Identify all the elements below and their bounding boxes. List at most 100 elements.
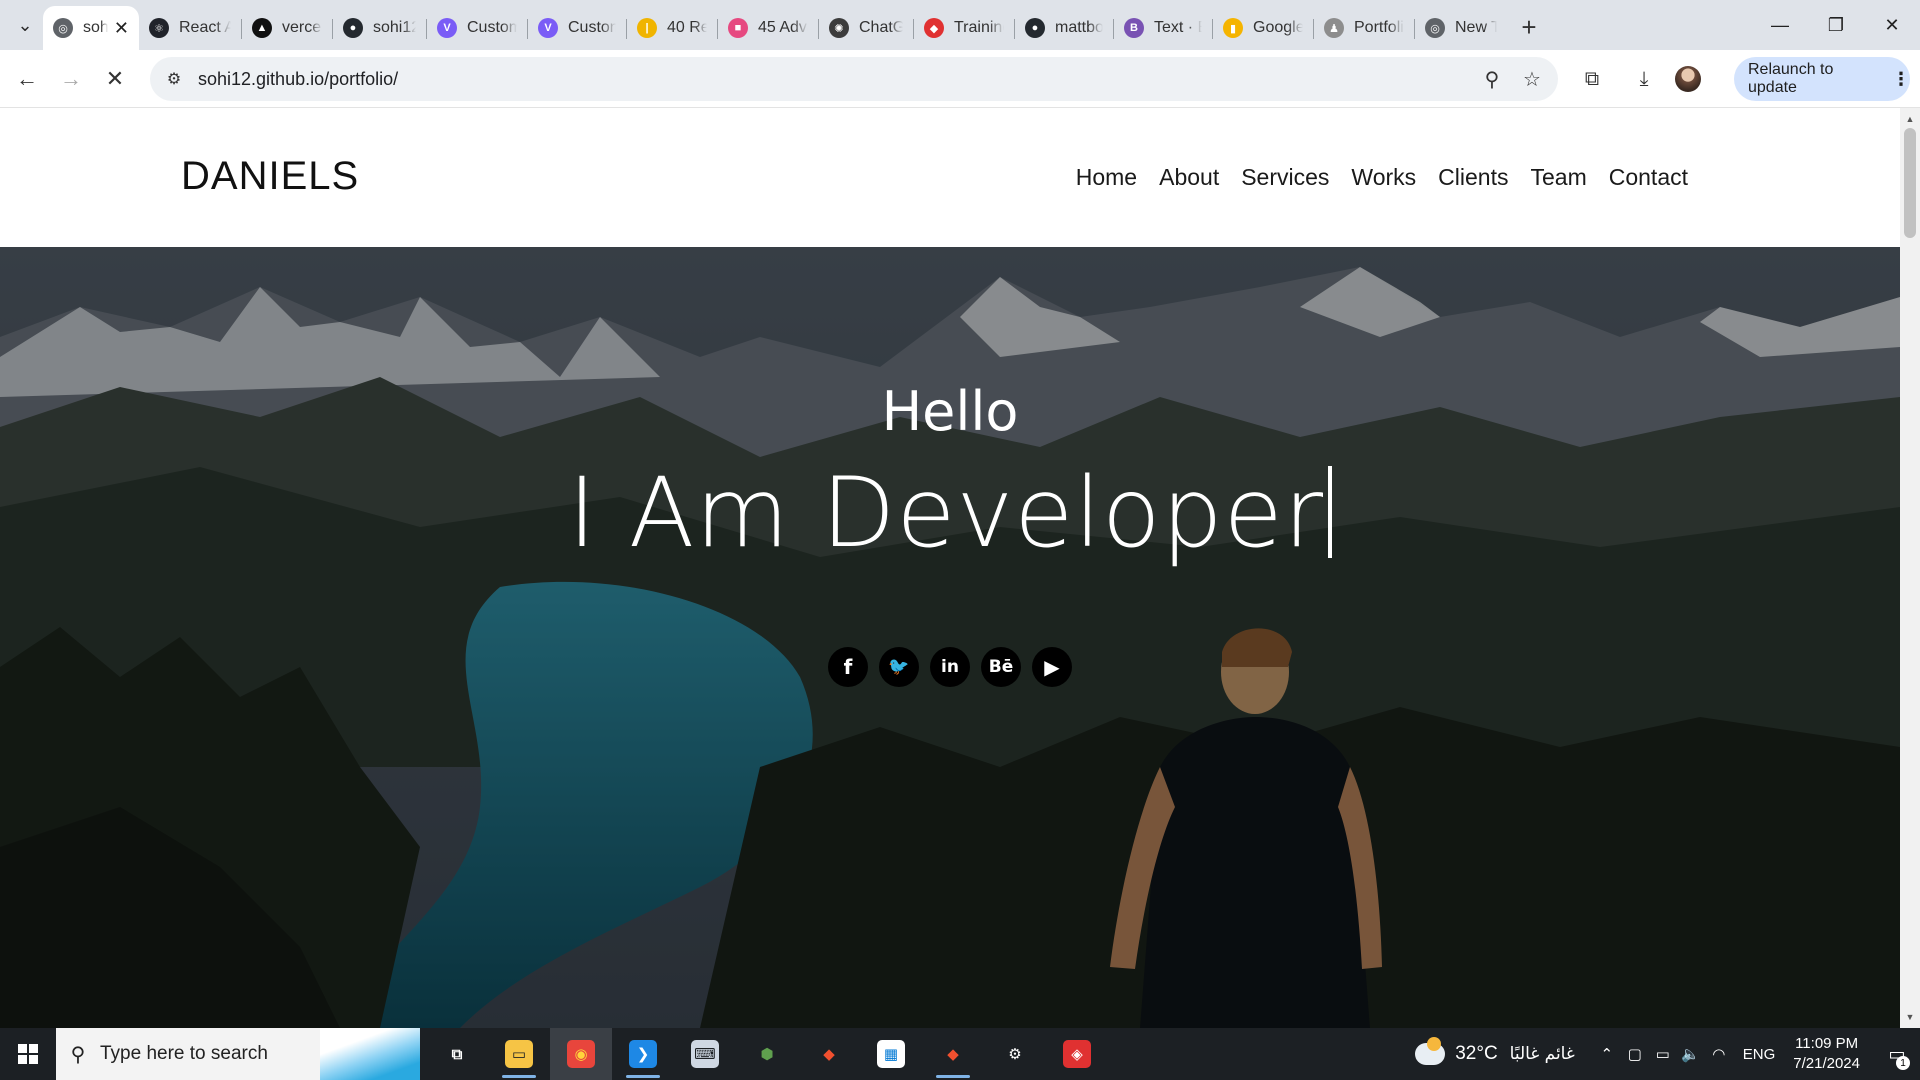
browser-tab[interactable]: ◎ New Tab [1415, 8, 1507, 48]
notification-center-button[interactable]: ▭ 1 [1874, 1028, 1920, 1080]
browser-tab[interactable]: ✺ ChatGPT [819, 8, 913, 48]
site-info-icon[interactable]: ⚙ [154, 57, 194, 101]
youtube-icon[interactable]: ▶ [1032, 647, 1072, 687]
nodejs-icon: ⬢ [760, 1046, 774, 1063]
language-indicator[interactable]: ENG [1743, 1046, 1776, 1063]
browser-tab[interactable]: ■ 45 Advanced [718, 8, 818, 48]
taskbar-app[interactable]: ⧉ [426, 1028, 488, 1080]
scroll-down-arrow-icon[interactable]: ▼ [1900, 1008, 1920, 1026]
scroll-up-arrow-icon[interactable]: ▲ [1900, 110, 1920, 128]
close-tab-icon[interactable]: ✕ [114, 18, 129, 39]
search-highlight-image [320, 1028, 420, 1080]
wifi-icon[interactable]: ◠ [1705, 1045, 1733, 1063]
tab-label: sohi12 [373, 19, 416, 36]
page-scrollbar[interactable]: ▲ ▼ [1900, 108, 1920, 1028]
site-logo[interactable]: DANIELS [181, 154, 359, 199]
taskbar-app[interactable]: ▦ [860, 1028, 922, 1080]
stop-loading-button[interactable]: ✕ [93, 57, 137, 101]
tab-search-button[interactable]: ⌄ [7, 7, 43, 43]
browser-tab[interactable]: V Custom [427, 8, 527, 48]
scrollbar-thumb[interactable] [1904, 128, 1916, 238]
browser-tab[interactable]: ◎ sohi12 ✕ [43, 6, 139, 50]
clock-date: 7/21/2024 [1793, 1055, 1860, 1072]
volume-icon[interactable]: 🔈 [1677, 1045, 1705, 1063]
more-menu-icon[interactable]: ⋮ [1892, 69, 1910, 90]
start-button[interactable] [0, 1028, 56, 1080]
taskbar-app[interactable]: ⚙ [984, 1028, 1046, 1080]
relaunch-button[interactable]: Relaunch to update ⋮ [1734, 57, 1910, 101]
toolbar-actions: ⧉ ⤓ [1570, 57, 1710, 101]
taskbar-search[interactable]: ⚲ Type here to search [56, 1028, 420, 1080]
windows-taskbar: ⚲ Type here to search ⧉ ▭ ◉ ❯ ⌨ ⬢ ◆ ▦ ◆ ⚙ ◈ 32°C غ… [0, 1028, 1920, 1080]
new-tab-button[interactable]: + [1511, 9, 1547, 45]
taskbar-app[interactable]: ◆ [922, 1028, 984, 1080]
browser-tab[interactable]: V Custom [528, 8, 626, 48]
minimize-button[interactable]: — [1752, 0, 1808, 50]
nav-link-works[interactable]: Works [1351, 164, 1416, 191]
search-icon: ⚲ [70, 1043, 86, 1066]
chatgpt-icon: ✺ [829, 18, 849, 38]
weather-widget[interactable]: 32°C غائم غالبًا [1415, 1037, 1575, 1065]
chrome-icon: ◉ [567, 1040, 595, 1068]
browser-tab[interactable]: ⚛ React App [139, 8, 241, 48]
taskbar-app[interactable]: ◉ [550, 1028, 612, 1080]
bookmark-star-icon[interactable]: ☆ [1512, 59, 1552, 99]
browser-tab[interactable]: | 40 React [627, 8, 717, 48]
file-explorer-icon: ▭ [505, 1040, 533, 1068]
address-url[interactable]: sohi12.github.io/portfolio/ [198, 69, 1472, 90]
extensions-icon[interactable]: ⧉ [1570, 57, 1614, 101]
browser-tab[interactable]: ▲ vercel.com [242, 8, 332, 48]
twitter-icon[interactable]: 🐦 [879, 647, 919, 687]
training-icon: ◆ [924, 18, 944, 38]
clock-time: 11:09 PM [1795, 1035, 1859, 1052]
taskbar-app[interactable]: ◈ [1046, 1028, 1108, 1080]
nav-link-team[interactable]: Team [1530, 164, 1586, 191]
facebook-icon[interactable]: f [828, 647, 868, 687]
nav-link-home[interactable]: Home [1076, 164, 1137, 191]
behance-icon[interactable]: Bē [981, 647, 1021, 687]
browser-tab[interactable]: ● mattbo [1015, 8, 1113, 48]
camera-icon[interactable]: ▢ [1621, 1045, 1649, 1063]
bookmark-icon: | [637, 18, 657, 38]
browser-tab[interactable]: ● sohi12 [333, 8, 426, 48]
taskbar-app[interactable]: ❯ [612, 1028, 674, 1080]
taskbar-app[interactable]: ◆ [798, 1028, 860, 1080]
nav-link-clients[interactable]: Clients [1438, 164, 1508, 191]
browser-tab[interactable]: ◆ Training [914, 8, 1014, 48]
browser-toolbar: ← → ✕ ⚙ sohi12.github.io/portfolio/ ⚲ ☆ … [0, 50, 1920, 108]
hero-role-text: I Am Developer [567, 457, 1325, 569]
tab-label: New Tab [1455, 19, 1497, 36]
tab-label: Training [954, 19, 1004, 36]
tab-label: ChatGPT [859, 19, 903, 36]
system-tray: 32°C غائم غالبًا ⌃ ▢ ▭ 🔈 ◠ ENG 11:09 PM … [1415, 1028, 1920, 1080]
nav-link-contact[interactable]: Contact [1609, 164, 1688, 191]
address-bar[interactable]: ⚙ sohi12.github.io/portfolio/ ⚲ ☆ [150, 57, 1558, 101]
browser-tab[interactable]: ♟ Portfolio [1314, 8, 1414, 48]
taskbar-app[interactable]: ▭ [488, 1028, 550, 1080]
tab-label: 45 Advanced [758, 19, 808, 36]
restore-button[interactable]: ❐ [1808, 0, 1864, 50]
window-controls: — ❐ ✕ [1752, 0, 1920, 50]
hero-greeting: Hello [881, 380, 1019, 443]
taskbar-app[interactable]: ⬢ [736, 1028, 798, 1080]
browser-tab[interactable]: ▮ Google [1213, 8, 1313, 48]
browser-tab[interactable]: B Text · B [1114, 8, 1212, 48]
linkedin-icon[interactable]: in [930, 647, 970, 687]
nav-link-services[interactable]: Services [1241, 164, 1329, 191]
tab-label: Custom [467, 19, 517, 36]
download-icon[interactable]: ⤓ [1622, 57, 1666, 101]
vercel-icon: ▲ [252, 18, 272, 38]
taskbar-apps: ⧉ ▭ ◉ ❯ ⌨ ⬢ ◆ ▦ ◆ ⚙ ◈ [426, 1028, 1108, 1080]
vite-icon: V [538, 18, 558, 38]
back-button[interactable]: ← [5, 57, 49, 101]
forward-button[interactable]: → [49, 57, 93, 101]
chevron-up-icon[interactable]: ⌃ [1593, 1045, 1621, 1063]
nav-link-about[interactable]: About [1159, 164, 1219, 191]
close-window-button[interactable]: ✕ [1864, 0, 1920, 50]
tab-label: mattbo [1055, 19, 1103, 36]
profile-avatar[interactable] [1675, 66, 1701, 92]
battery-icon[interactable]: ▭ [1649, 1045, 1677, 1063]
taskbar-app[interactable]: ⌨ [674, 1028, 736, 1080]
clock[interactable]: 11:09 PM 7/21/2024 [1793, 1034, 1860, 1074]
zoom-icon[interactable]: ⚲ [1472, 59, 1512, 99]
